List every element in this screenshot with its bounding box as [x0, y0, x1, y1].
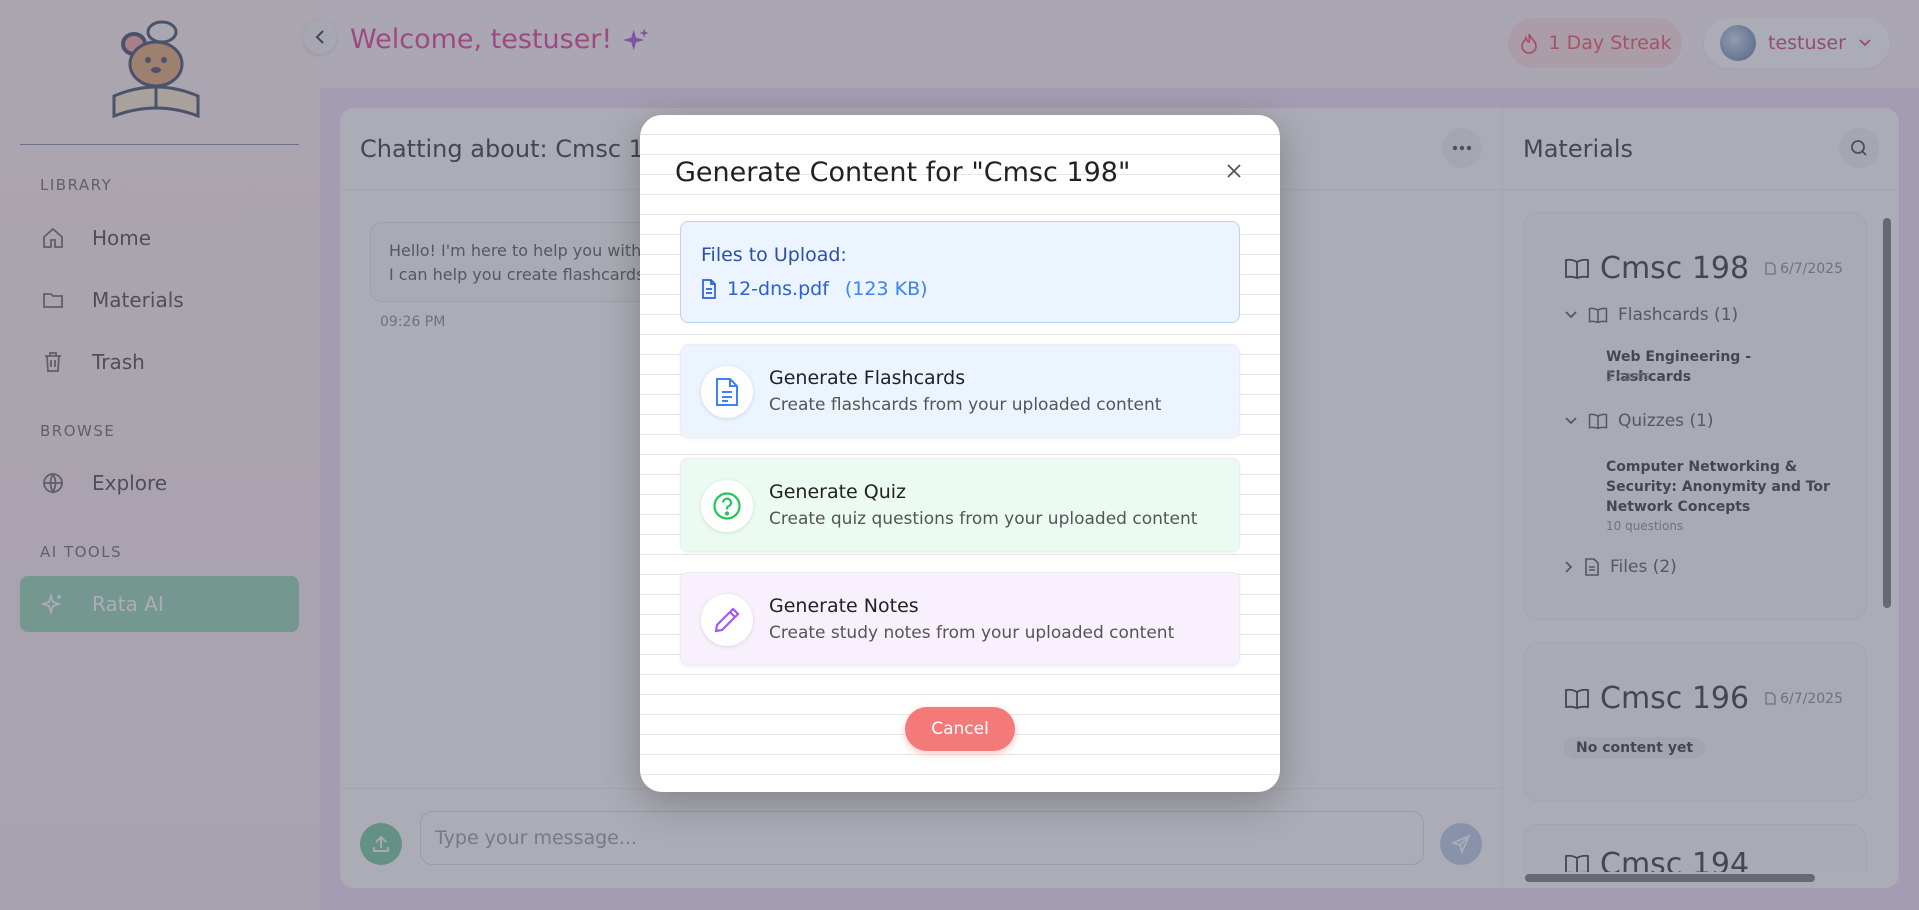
option-description: Create flashcards from your uploaded con…	[769, 395, 1162, 415]
question-icon	[701, 480, 753, 532]
cancel-button[interactable]: Cancel	[905, 707, 1015, 751]
files-label: Files to Upload:	[701, 244, 847, 266]
generate-quiz-option[interactable]: Generate Quiz Create quiz questions from…	[680, 458, 1240, 552]
option-title: Generate Notes	[769, 595, 919, 617]
document-icon	[701, 366, 753, 418]
file-name: 12-dns.pdf	[727, 278, 829, 300]
option-title: Generate Quiz	[769, 481, 907, 503]
option-title: Generate Flashcards	[769, 367, 966, 389]
close-icon	[1226, 163, 1242, 179]
generate-flashcards-option[interactable]: Generate Flashcards Create flashcards fr…	[680, 344, 1240, 438]
modal-title: Generate Content for "Cmsc 198"	[675, 157, 1131, 188]
generate-content-modal: Generate Content for "Cmsc 198" Files to…	[640, 115, 1280, 792]
option-description: Create quiz questions from your uploaded…	[769, 509, 1198, 529]
file-icon	[701, 279, 717, 299]
files-to-upload-box: Files to Upload: 12-dns.pdf (123 KB)	[680, 221, 1240, 323]
pencil-icon	[701, 594, 753, 646]
file-entry: 12-dns.pdf (123 KB)	[701, 278, 928, 300]
file-size: (123 KB)	[844, 278, 928, 300]
close-button[interactable]	[1222, 159, 1246, 183]
generate-notes-option[interactable]: Generate Notes Create study notes from y…	[680, 572, 1240, 666]
option-description: Create study notes from your uploaded co…	[769, 623, 1175, 643]
